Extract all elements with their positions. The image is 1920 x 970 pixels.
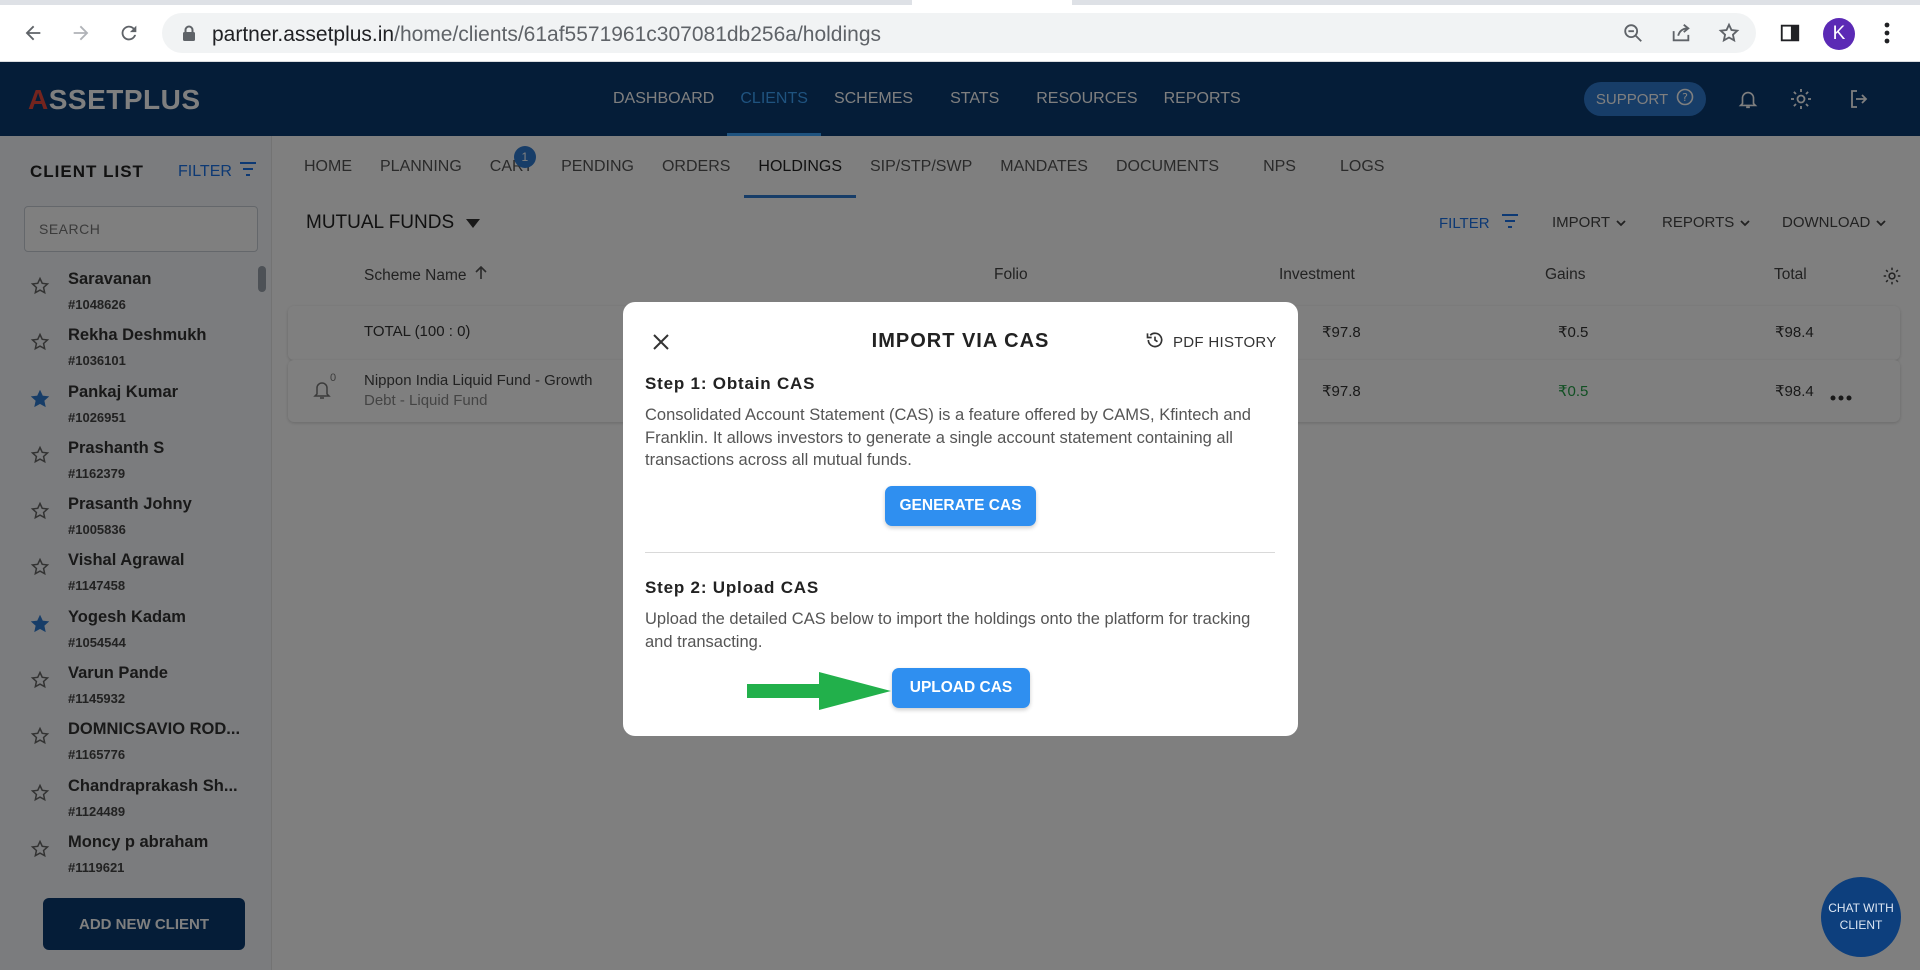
pdf-history-label: PDF HISTORY	[1173, 333, 1277, 351]
chat-with-client-button[interactable]: CHAT WITH CLIENT	[1821, 877, 1901, 957]
history-clock-icon	[1145, 330, 1165, 354]
pdf-history-button[interactable]: PDF HISTORY	[1145, 330, 1277, 354]
step1-title: Step 1: Obtain CAS	[645, 374, 816, 393]
step1-description: Consolidated Account Statement (CAS) is …	[645, 406, 1251, 469]
step2-description: Upload the detailed CAS below to import …	[645, 610, 1251, 651]
browser-toolbar: partner.assetplus.in/home/clients/61af55…	[0, 0, 1920, 62]
lock-icon[interactable]	[182, 25, 196, 46]
share-icon[interactable]	[1668, 20, 1694, 46]
generate-cas-button[interactable]: GENERATE CAS	[885, 486, 1036, 526]
zoom-icon[interactable]	[1620, 20, 1646, 46]
reload-icon[interactable]	[114, 18, 144, 48]
back-icon[interactable]	[18, 18, 48, 48]
green-arrow-annotation	[747, 672, 891, 715]
import-via-cas-modal: IMPORT VIA CAS PDF HISTORY Step 1: Obtai…	[623, 302, 1298, 736]
bookmark-star-icon[interactable]	[1716, 20, 1742, 46]
upload-cas-button[interactable]: UPLOAD CAS	[892, 668, 1030, 708]
side-panel-icon[interactable]	[1777, 20, 1803, 46]
active-browser-tab[interactable]	[912, 0, 1072, 5]
url-text: partner.assetplus.in/home/clients/61af55…	[212, 23, 882, 46]
profile-avatar[interactable]: K	[1823, 18, 1855, 50]
forward-icon[interactable]	[66, 18, 96, 48]
more-vertical-icon[interactable]	[1874, 20, 1900, 46]
step2-title: Step 2: Upload CAS	[645, 578, 820, 597]
tab-strip	[0, 0, 1920, 5]
address-bar[interactable]: partner.assetplus.in/home/clients/61af55…	[162, 13, 1756, 53]
modal-divider	[645, 552, 1275, 553]
